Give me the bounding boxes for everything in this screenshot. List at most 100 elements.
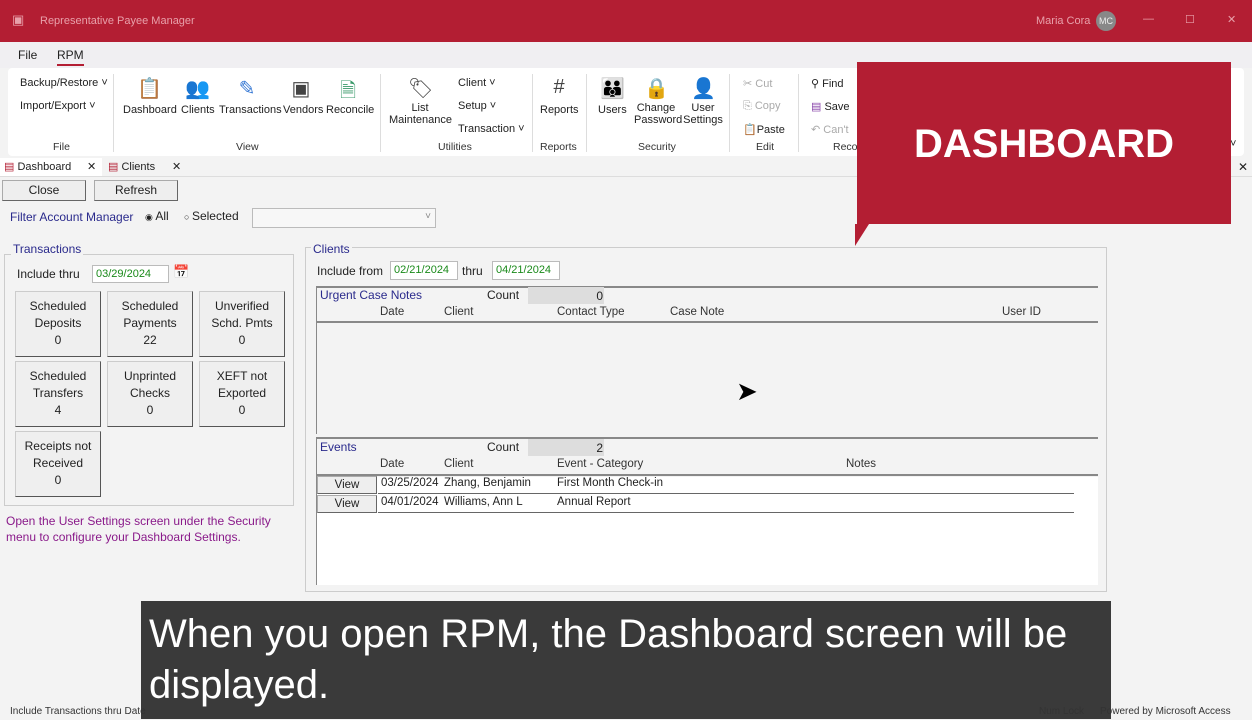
view-event-button[interactable]: View <box>317 476 377 494</box>
divider <box>113 74 114 152</box>
account-manager-select[interactable]: ˅ <box>252 208 436 228</box>
tab-label: Clients <box>121 161 156 173</box>
col-client: Client <box>444 306 474 318</box>
view-event-button[interactable]: View <box>317 495 377 513</box>
tile-count: 0 <box>54 473 62 487</box>
radio-all[interactable]: ◉ All <box>145 209 169 223</box>
copy-icon: ⎘ <box>743 100 755 112</box>
tile-label: Unverified <box>214 299 270 313</box>
tab-clients[interactable]: ▤ Clients ✕ <box>104 158 190 176</box>
transactions-title: Transactions <box>11 242 84 256</box>
find-button[interactable]: ⚲ Find <box>811 77 844 90</box>
col-client: Client <box>444 458 474 470</box>
group-utilities-label: Utilities <box>438 141 472 153</box>
transaction-tile-button[interactable]: Unprinted Checks 0 <box>107 361 193 427</box>
paste-button[interactable]: 📋Paste <box>743 123 785 136</box>
backup-restore-dropdown[interactable]: Backup/Restore ˅ <box>20 77 108 89</box>
form-icon: ▤ <box>108 161 122 173</box>
close-tab-icon[interactable]: ✕ <box>87 160 96 173</box>
transactions-ribbon-button[interactable]: ✎ Transactions <box>219 76 282 116</box>
people-icon: 👥 <box>185 78 210 100</box>
title-bar: ▣ Representative Payee Manager Maria Cor… <box>0 0 1252 42</box>
transaction-tile-button[interactable]: Receipts not Received 0 <box>15 431 101 497</box>
status-text: Include Transactions thru Date <box>10 706 146 717</box>
event-date: 04/01/2024 <box>381 496 439 508</box>
menu-rpm[interactable]: RPM <box>57 48 84 66</box>
row-divider <box>378 493 1074 494</box>
dashboard-ribbon-button[interactable]: 📋 Dashboard <box>123 76 177 116</box>
menu-file[interactable]: File <box>18 48 37 62</box>
transaction-tile-button[interactable]: Unverified Schd. Pmts 0 <box>199 291 285 357</box>
group-file-label: File <box>53 141 70 153</box>
tab-label: Dashboard <box>17 161 72 173</box>
banner-pointer <box>855 224 869 246</box>
label: Reports <box>540 104 579 116</box>
label: All <box>155 209 169 223</box>
list-maintenance-button[interactable]: 🏷 List Maintenance <box>389 76 452 126</box>
transaction-dropdown[interactable]: Transaction ˅ <box>458 123 525 135</box>
clipboard-info-icon: 📋 <box>137 78 162 100</box>
minimize-button[interactable]: — <box>1143 13 1154 25</box>
clients-ribbon-button[interactable]: 👥 Clients <box>181 76 215 116</box>
dashboard-settings-hint: Open the User Settings screen under the … <box>6 514 271 544</box>
vendors-ribbon-button[interactable]: ▣ Vendors <box>283 76 323 116</box>
col-date: Date <box>380 306 405 318</box>
label: List <box>411 102 429 114</box>
save-button[interactable]: ▤ Save <box>811 100 850 113</box>
scissors-icon: ✂ <box>743 78 756 90</box>
user-avatar[interactable]: MC <box>1096 11 1116 31</box>
reports-ribbon-button[interactable]: # Reports <box>540 76 579 116</box>
reconcile-ribbon-button[interactable]: 🗎 Reconcile <box>326 76 374 116</box>
label: Can't <box>823 124 849 136</box>
urgent-count-value: 0 <box>528 287 604 304</box>
setup-dropdown[interactable]: Setup ˅ <box>458 100 496 112</box>
tile-label: Receipts not <box>24 439 92 453</box>
tab-dashboard[interactable]: ▤ Dashboard ✕ <box>0 158 102 176</box>
chevron-down-icon: ˅ <box>425 211 431 222</box>
close-button[interactable]: Close <box>2 180 86 201</box>
user-settings-button[interactable]: 👤 User Settings <box>683 76 723 126</box>
event-date: 03/25/2024 <box>381 477 439 489</box>
import-export-dropdown[interactable]: Import/Export ˅ <box>20 100 96 112</box>
copy-button[interactable]: ⎘ Copy <box>743 100 781 113</box>
tile-label: Unprinted <box>123 369 177 383</box>
client-dropdown[interactable]: Client ˅ <box>458 77 496 89</box>
undo-button[interactable]: ↶ Can't <box>811 123 849 136</box>
close-document-icon[interactable]: ✕ <box>1238 160 1248 174</box>
tile-label: Received <box>32 456 84 470</box>
label: Change <box>636 102 676 114</box>
users-ribbon-button[interactable]: 👪 Users <box>598 76 627 116</box>
search-icon: ⚲ <box>811 78 823 90</box>
window-title: Representative Payee Manager <box>40 15 195 27</box>
calendar-icon[interactable]: 📅 <box>173 264 189 280</box>
pencil-note-icon: ✎ <box>238 78 256 100</box>
tile-label: Scheduled <box>29 369 87 383</box>
include-thru-input[interactable]: 03/29/2024 <box>92 265 169 283</box>
tile-count: 0 <box>146 403 154 417</box>
label: Save <box>824 101 850 113</box>
transaction-tile-button[interactable]: Scheduled Payments 22 <box>107 291 193 357</box>
tile-label: Payments <box>123 316 177 330</box>
transaction-tile-button[interactable]: Scheduled Transfers 4 <box>15 361 101 427</box>
event-category: First Month Check-in <box>557 477 664 489</box>
num-lock-indicator: Num Lock <box>1039 706 1085 717</box>
change-password-button[interactable]: 🔒 Change Password <box>634 76 682 126</box>
radio-selected[interactable]: ○ Selected <box>184 209 239 223</box>
close-window-button[interactable]: ✕ <box>1227 13 1236 26</box>
cut-button[interactable]: ✂ Cut <box>743 77 772 90</box>
event-client: Zhang, Benjamin <box>444 477 531 489</box>
group-view-label: View <box>236 141 259 153</box>
include-from-input[interactable]: 02/21/2024 <box>390 261 458 280</box>
close-tab-icon[interactable]: ✕ <box>172 160 181 173</box>
group-security-label: Security <box>638 141 676 153</box>
transaction-tile-button[interactable]: Scheduled Deposits 0 <box>15 291 101 357</box>
include-from-label: Include from <box>317 264 384 278</box>
transaction-tile-button[interactable]: XEFT not Exported 0 <box>199 361 285 427</box>
events-count-label: Count <box>487 440 520 454</box>
divider <box>380 74 381 152</box>
refresh-button[interactable]: Refresh <box>94 180 178 201</box>
tag-list-icon: 🏷 <box>408 78 434 100</box>
divider <box>316 321 1098 323</box>
include-thru-clients-input[interactable]: 04/21/2024 <box>492 261 560 280</box>
maximize-button[interactable]: ☐ <box>1185 13 1195 26</box>
